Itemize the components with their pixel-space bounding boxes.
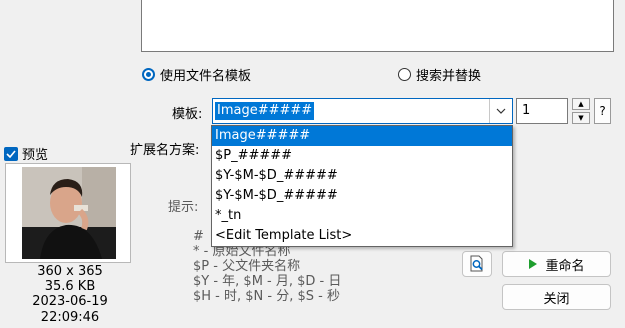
hint-line: $Y - 年, $M - 月, $D - 日 <box>193 274 342 289</box>
rename-button-label: 重命名 <box>545 258 585 274</box>
close-button-label: 关闭 <box>543 291 570 307</box>
extension-scheme-label: 扩展名方案: <box>130 143 200 158</box>
filename-list-textarea[interactable] <box>141 0 614 52</box>
use-template-radio[interactable]: 使用文件名模板 <box>142 64 251 84</box>
hint-line: $P - 父文件夹名称 <box>193 259 301 274</box>
preview-datetime: 2023-06-19 22:09:46 <box>32 294 108 325</box>
search-replace-radio[interactable]: 搜索并替换 <box>398 64 481 84</box>
preview-checkbox[interactable]: 预览 <box>4 144 48 163</box>
hint-line: $H - 时, $N - 分, $S - 秒 <box>193 289 340 304</box>
template-combobox[interactable]: Image##### <box>212 98 513 124</box>
template-label: 模板: <box>172 107 203 122</box>
dropdown-item[interactable]: $Y-$M-$D_##### <box>212 166 512 186</box>
play-icon <box>529 259 538 269</box>
dropdown-item[interactable]: $P_##### <box>212 146 512 166</box>
rename-button[interactable]: 重命名 <box>502 251 611 277</box>
preview-names-button[interactable] <box>462 251 492 277</box>
magnifier-document-icon <box>470 255 483 272</box>
preview-photo <box>22 167 116 259</box>
help-button[interactable]: ? <box>594 98 611 124</box>
checkmark-icon <box>4 146 18 161</box>
search-replace-label: 搜索并替换 <box>416 68 482 84</box>
close-button[interactable]: 关闭 <box>502 284 611 310</box>
spin-up-icon[interactable]: ▲ <box>572 98 590 110</box>
spin-down-icon[interactable]: ▼ <box>572 112 590 124</box>
start-number-spinner[interactable]: ▲ ▼ <box>572 98 590 124</box>
preview-dimensions: 360 x 365 <box>37 264 103 279</box>
template-combobox-value[interactable]: Image##### <box>215 102 315 120</box>
dropdown-item[interactable]: $Y-$M-$D_##### <box>212 186 512 206</box>
preview-file-size: 35.6 KB <box>44 279 96 294</box>
radio-selected-indicator <box>142 67 155 81</box>
hints-label: 提示: <box>168 200 199 215</box>
start-number-input[interactable]: 1 <box>516 98 568 124</box>
template-dropdown-list[interactable]: Image##### $P_##### $Y-$M-$D_##### $Y-$M… <box>211 125 513 247</box>
preview-image-box <box>5 163 131 263</box>
preview-label: 预览 <box>22 148 49 163</box>
radio-unselected-indicator <box>398 67 411 81</box>
use-template-label: 使用文件名模板 <box>160 68 252 84</box>
dropdown-item[interactable]: Image##### <box>212 126 512 146</box>
dropdown-item[interactable]: *_tn <box>212 206 512 226</box>
chevron-down-icon[interactable] <box>489 99 512 123</box>
dropdown-item-edit-list[interactable]: <Edit Template List> <box>212 226 512 246</box>
